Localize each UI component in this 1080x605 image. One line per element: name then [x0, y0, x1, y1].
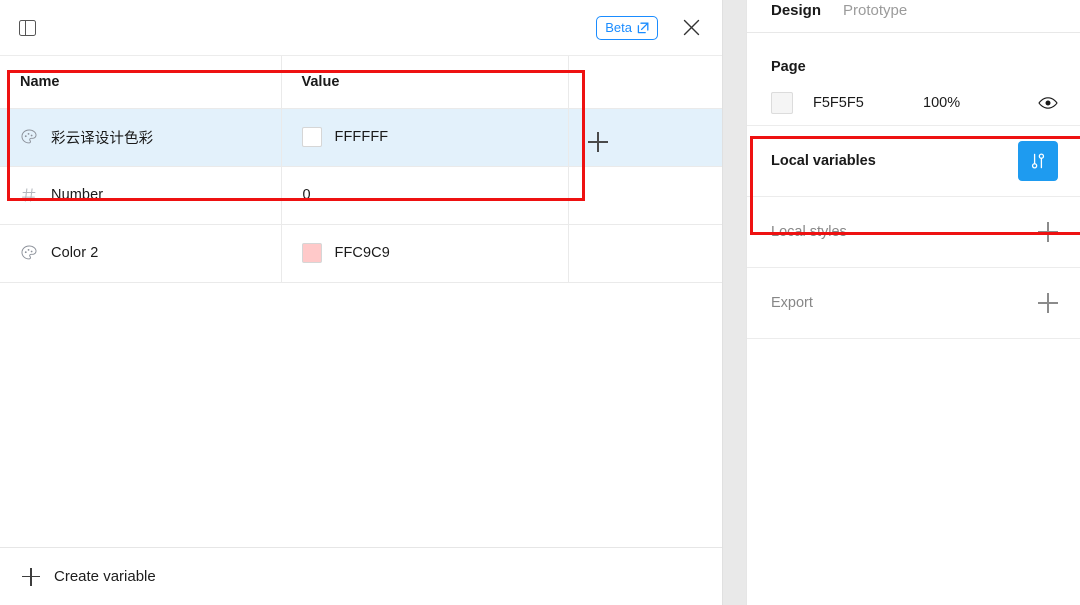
modal-titlebar: Beta — [0, 0, 722, 56]
variable-extra-cell — [568, 224, 722, 282]
variables-table-wrap: Name Value — [0, 56, 722, 547]
local-styles-action — [1038, 222, 1058, 242]
page-opacity-value[interactable]: 100% — [923, 95, 1023, 111]
color-swatch[interactable] — [302, 127, 322, 147]
variable-name-cell[interactable]: Color 2 — [0, 224, 281, 282]
variable-name: 彩云译设计色彩 — [51, 127, 153, 148]
panel-left-icon[interactable] — [12, 13, 42, 43]
variables-table: Name Value — [0, 56, 722, 283]
variable-name: Number — [51, 187, 103, 203]
local-variables-action — [1018, 141, 1058, 181]
palette-icon — [20, 128, 38, 146]
variable-value-cell[interactable]: FFC9C9 — [281, 224, 568, 282]
beta-badge-label: Beta — [605, 20, 632, 35]
color-swatch[interactable] — [302, 243, 322, 263]
column-header-name[interactable]: Name — [0, 56, 281, 108]
export-action — [1038, 293, 1058, 313]
variable-value: 0 — [302, 187, 311, 203]
beta-badge[interactable]: Beta — [596, 16, 658, 40]
local-styles-label: Local styles — [771, 224, 847, 240]
sliders-icon[interactable] — [1018, 141, 1058, 181]
page-section-header: Page — [771, 33, 1058, 81]
create-variable-button[interactable]: Create variable — [0, 547, 722, 605]
variables-modal: Beta Name Value — [0, 0, 723, 605]
column-header-value[interactable]: Value — [281, 56, 568, 108]
add-mode-plus-icon[interactable] — [588, 132, 608, 152]
table-row[interactable]: 彩云译设计色彩 FFFFFF — [0, 108, 722, 166]
close-icon[interactable] — [676, 13, 706, 43]
page-color-swatch[interactable] — [771, 92, 793, 114]
table-row[interactable]: Color 2 FFC9C9 — [0, 224, 722, 282]
variable-value-cell[interactable]: 0 — [281, 166, 568, 224]
export-label: Export — [771, 295, 813, 311]
variable-value: FFFFFF — [335, 129, 389, 145]
design-panel: Design Prototype Page F5F5F5 100% — [746, 0, 1080, 605]
table-row[interactable]: Number 0 — [0, 166, 722, 224]
page-fill-row: F5F5F5 100% — [771, 81, 1058, 125]
plus-icon — [22, 568, 40, 586]
table-header-row: Name Value — [0, 56, 722, 108]
hash-icon — [20, 186, 38, 204]
tab-design[interactable]: Design — [771, 2, 821, 19]
export-row[interactable]: Export — [747, 268, 1080, 338]
variable-name-cell[interactable]: 彩云译设计色彩 — [0, 108, 281, 166]
local-variables-label: Local variables — [771, 153, 876, 169]
design-panel-tabs: Design Prototype — [747, 0, 1080, 20]
tab-prototype[interactable]: Prototype — [843, 2, 907, 19]
external-link-icon — [637, 22, 649, 34]
screen-root: Beta Name Value — [0, 0, 1080, 605]
plus-icon[interactable] — [1038, 293, 1058, 313]
plus-icon[interactable] — [1038, 222, 1058, 242]
local-variables-row[interactable]: Local variables — [747, 126, 1080, 196]
variable-extra-cell — [568, 166, 722, 224]
variable-name: Color 2 — [51, 245, 98, 261]
section-divider — [747, 338, 1080, 339]
page-section: Page F5F5F5 100% — [747, 33, 1080, 125]
local-styles-row[interactable]: Local styles — [747, 197, 1080, 267]
eye-icon[interactable] — [1038, 96, 1058, 110]
variable-value: FFC9C9 — [335, 245, 390, 261]
variable-value-cell[interactable]: FFFFFF — [281, 108, 568, 166]
column-header-extra — [568, 56, 722, 108]
page-fill-hex[interactable]: F5F5F5 — [813, 95, 923, 111]
page-title: Page — [771, 59, 806, 75]
create-variable-label: Create variable — [54, 568, 156, 585]
variable-name-cell[interactable]: Number — [0, 166, 281, 224]
palette-icon — [20, 244, 38, 262]
